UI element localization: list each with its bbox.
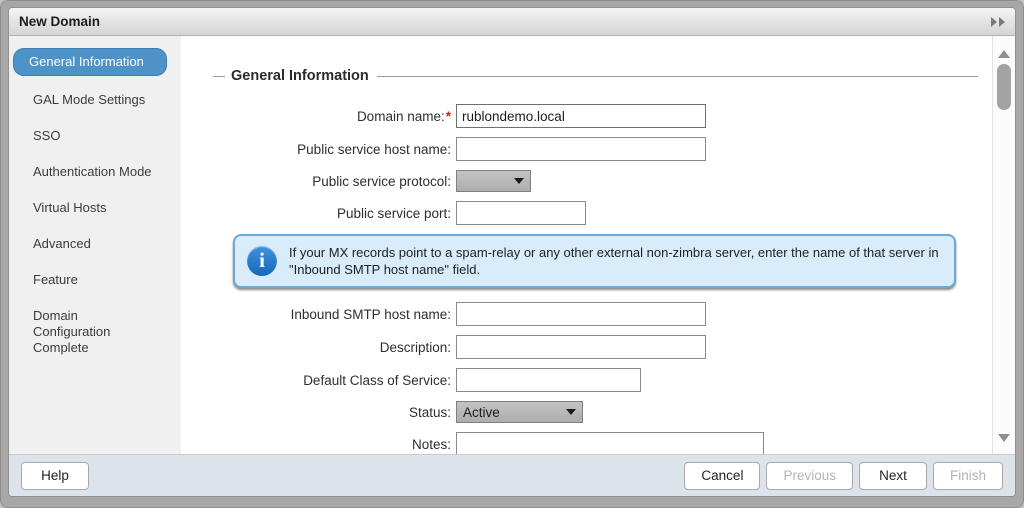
default-class-of-service-input[interactable]	[456, 368, 641, 392]
info-box: i If your MX records point to a spam-rel…	[233, 234, 956, 288]
field-row-default-class-of-service: Default Class of Service:	[213, 368, 978, 392]
form-content: General Information Domain name:* Public…	[181, 36, 992, 454]
finish-button: Finish	[933, 462, 1003, 490]
chevron-down-icon	[566, 409, 576, 415]
status-value: Active	[463, 405, 560, 420]
domain-name-label: Domain name:*	[213, 109, 456, 124]
section-title: General Information	[231, 68, 369, 84]
section-dash	[213, 76, 225, 77]
sidebar-item-domain-configuration-complete[interactable]: Domain Configuration Complete	[13, 303, 155, 361]
sidebar-item-virtual-hosts[interactable]: Virtual Hosts	[13, 195, 155, 221]
info-icon: i	[247, 246, 277, 276]
section-rule	[377, 76, 978, 77]
public-service-host-name-label: Public service host name:	[213, 142, 456, 157]
scrollbar-thumb[interactable]	[997, 64, 1011, 110]
previous-button: Previous	[766, 462, 853, 490]
chevron-down-icon	[514, 178, 524, 184]
dialog-titlebar: New Domain	[9, 8, 1015, 36]
new-domain-dialog: New Domain General Information GAL Mode …	[8, 7, 1016, 497]
description-label: Description:	[213, 340, 456, 355]
scrollbar[interactable]	[992, 36, 1015, 454]
field-row-notes: Notes:	[213, 432, 978, 454]
scroll-down-icon[interactable]	[998, 434, 1010, 442]
dialog-frame: New Domain General Information GAL Mode …	[0, 0, 1024, 508]
default-class-of-service-label: Default Class of Service:	[213, 373, 456, 388]
double-right-arrow-icon[interactable]	[991, 17, 1005, 27]
info-message: If your MX records point to a spam-relay…	[289, 244, 942, 278]
public-service-host-name-input[interactable]	[456, 137, 706, 161]
dialog-title: New Domain	[19, 14, 100, 29]
section-header: General Information	[213, 68, 978, 84]
field-row-inbound-smtp-host-name: Inbound SMTP host name:	[213, 302, 978, 326]
scroll-up-icon[interactable]	[998, 50, 1010, 58]
dialog-footer: Help Cancel Previous Next Finish	[9, 454, 1015, 496]
domain-name-input[interactable]	[456, 104, 706, 128]
field-row-public-service-protocol: Public service protocol:	[213, 170, 978, 192]
wizard-steps-sidebar: General Information GAL Mode Settings SS…	[9, 36, 181, 454]
public-service-protocol-label: Public service protocol:	[213, 174, 456, 189]
public-service-port-label: Public service port:	[213, 206, 456, 221]
next-button[interactable]: Next	[859, 462, 927, 490]
status-label: Status:	[213, 405, 456, 420]
notes-label: Notes:	[213, 437, 456, 452]
status-select[interactable]: Active	[456, 401, 583, 423]
description-input[interactable]	[456, 335, 706, 359]
cancel-button[interactable]: Cancel	[684, 462, 760, 490]
field-row-public-service-host-name: Public service host name:	[213, 137, 978, 161]
inbound-smtp-host-name-label: Inbound SMTP host name:	[213, 307, 456, 322]
field-row-domain-name: Domain name:*	[213, 104, 978, 128]
notes-input[interactable]	[456, 432, 764, 454]
field-row-description: Description:	[213, 335, 978, 359]
field-row-status: Status: Active	[213, 401, 978, 423]
required-marker: *	[446, 109, 451, 124]
help-button[interactable]: Help	[21, 462, 89, 490]
sidebar-item-sso[interactable]: SSO	[13, 123, 155, 149]
public-service-protocol-select[interactable]	[456, 170, 531, 192]
sidebar-item-authentication-mode[interactable]: Authentication Mode	[13, 159, 155, 185]
inbound-smtp-host-name-input[interactable]	[456, 302, 706, 326]
sidebar-item-advanced[interactable]: Advanced	[13, 231, 155, 257]
sidebar-item-gal-mode-settings[interactable]: GAL Mode Settings	[13, 87, 155, 113]
field-row-public-service-port: Public service port:	[213, 201, 978, 225]
sidebar-item-general-information[interactable]: General Information	[13, 48, 167, 76]
public-service-port-input[interactable]	[456, 201, 586, 225]
sidebar-item-feature[interactable]: Feature	[13, 267, 155, 293]
